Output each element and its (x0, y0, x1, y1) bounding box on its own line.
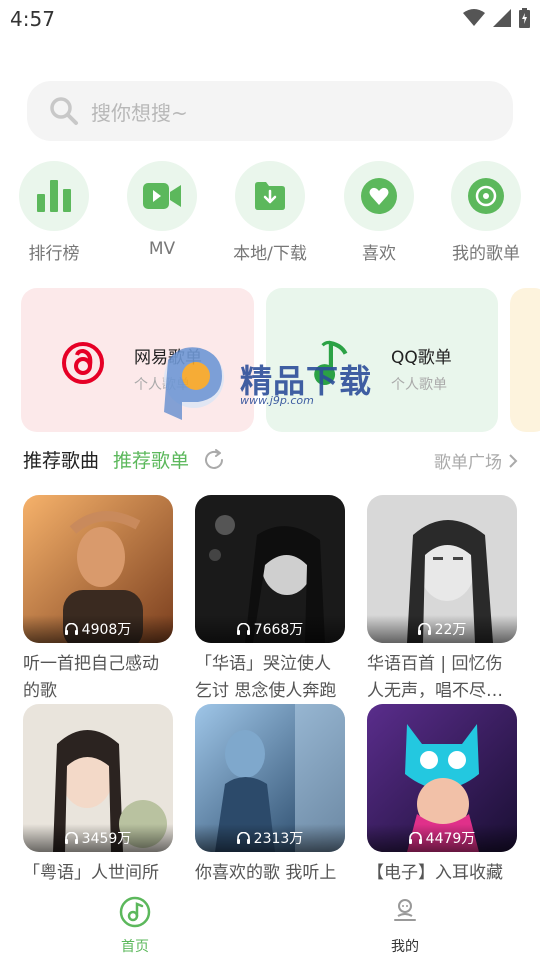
quick-nav-item-mv[interactable]: MV (108, 161, 216, 259)
playlist-cover: 3459万 (23, 704, 173, 852)
play-count-value: 4479万 (425, 831, 476, 847)
playlist-card[interactable]: 4479万 【电子】入耳收藏 (367, 704, 517, 887)
card-title: QQ歌单 (391, 348, 452, 368)
status-bar: 4:57 (0, 0, 540, 36)
playlist-cover: 7668万 (195, 495, 345, 643)
status-time: 4:57 (10, 7, 55, 31)
netease-playlist-card[interactable]: 网易歌单 个人歌单 (21, 288, 254, 432)
signal-icon (493, 9, 511, 27)
chevron-right-icon (509, 453, 518, 468)
playlist-title: 你喜欢的歌 我听上 (195, 863, 337, 883)
bottom-nav-label: 首页 (121, 939, 149, 955)
bottom-nav: 首页 我的 (0, 888, 540, 960)
music-note-disc-icon (119, 896, 151, 928)
headphones-icon (64, 623, 78, 635)
play-count: 2313万 (195, 824, 345, 852)
quick-nav-label: 我的歌单 (452, 244, 520, 264)
playlist-title: 听一首把自己感动的歌 (23, 654, 159, 701)
netease-music-icon (62, 342, 104, 384)
quick-nav: 排行榜 MV 本地/下载 喜欢 我的歌单 (0, 161, 540, 271)
wifi-icon (463, 9, 485, 26)
user-profile-icon (394, 899, 416, 921)
playlist-title: 华语百首 | 回忆伤人无声，唱不尽… (367, 654, 503, 701)
folder-download-icon (255, 182, 285, 210)
video-camera-icon (143, 183, 181, 209)
bottom-nav-home[interactable]: 首页 (85, 896, 185, 956)
section-header: 推荐歌曲 推荐歌单 歌单广场 (0, 440, 540, 480)
playlist-card[interactable]: 7668万 「华语」哭泣使人乞讨 思念使人奔跑 (195, 495, 345, 705)
qq-music-icon (314, 340, 348, 385)
play-count: 4479万 (367, 824, 517, 852)
headphones-icon (408, 832, 422, 844)
play-count: 7668万 (195, 615, 345, 643)
bottom-nav-mine[interactable]: 我的 (355, 896, 455, 956)
card-subtitle: 个人歌单 (391, 377, 447, 393)
playlist-card[interactable]: 2313万 你喜欢的歌 我听上 (195, 704, 345, 887)
quick-nav-item-charts[interactable]: 排行榜 (0, 161, 108, 264)
playlist-cover: 4908万 (23, 495, 173, 643)
status-icons (463, 8, 530, 28)
play-count-value: 22万 (434, 622, 467, 638)
tab-recommended-songs[interactable]: 推荐歌曲 (23, 446, 99, 473)
third-playlist-card[interactable] (510, 288, 540, 432)
headphones-icon (417, 623, 431, 635)
bar-chart-icon (37, 180, 71, 212)
headphones-icon (64, 832, 78, 844)
headphones-icon (236, 623, 250, 635)
search-placeholder: 搜你想搜~ (91, 100, 188, 125)
play-count-value: 4908万 (81, 622, 132, 638)
qq-playlist-card[interactable]: QQ歌单 个人歌单 (266, 288, 498, 432)
card-title: 网易歌单 (134, 348, 202, 368)
battery-icon (519, 8, 530, 28)
play-count: 4908万 (23, 615, 173, 643)
play-count-value: 3459万 (81, 831, 132, 847)
play-count-value: 2313万 (253, 831, 304, 847)
refresh-icon[interactable] (203, 449, 225, 471)
playlist-card[interactable]: 22万 华语百首 | 回忆伤人无声，唱不尽… (367, 495, 517, 705)
quick-nav-item-favorites[interactable]: 喜欢 (325, 161, 433, 264)
search-input[interactable]: 搜你想搜~ (27, 81, 513, 141)
play-count-value: 7668万 (253, 622, 304, 638)
heart-icon (361, 178, 397, 214)
headphones-icon (236, 832, 250, 844)
bottom-nav-label: 我的 (391, 939, 419, 955)
quick-nav-label: 排行榜 (28, 244, 80, 264)
card-subtitle: 个人歌单 (134, 377, 190, 393)
playlist-title: 【电子】入耳收藏 (367, 863, 503, 883)
playlist-square-link[interactable]: 歌单广场 (434, 448, 518, 473)
playlist-title: 「华语」哭泣使人乞讨 思念使人奔跑 (195, 654, 337, 701)
playlist-card[interactable]: 4908万 听一首把自己感动的歌 (23, 495, 173, 705)
play-count: 22万 (367, 615, 517, 643)
playlist-cover: 2313万 (195, 704, 345, 852)
playlist-title: 「粤语」人世间所 (23, 863, 159, 883)
quick-nav-label: 本地/下载 (233, 244, 307, 264)
quick-nav-label: 喜欢 (362, 244, 396, 264)
tab-recommended-playlists[interactable]: 推荐歌单 (113, 446, 189, 473)
disc-icon (468, 178, 504, 214)
playlist-cover: 4479万 (367, 704, 517, 852)
playlist-cover: 22万 (367, 495, 517, 643)
playlist-square-label: 歌单广场 (434, 453, 502, 473)
quick-nav-item-my-playlists[interactable]: 我的歌单 (432, 161, 540, 264)
quick-nav-label: MV (148, 239, 176, 259)
quick-nav-item-local[interactable]: 本地/下载 (216, 161, 324, 264)
search-icon (50, 97, 78, 125)
playlist-card[interactable]: 3459万 「粤语」人世间所 (23, 704, 173, 887)
play-count: 3459万 (23, 824, 173, 852)
